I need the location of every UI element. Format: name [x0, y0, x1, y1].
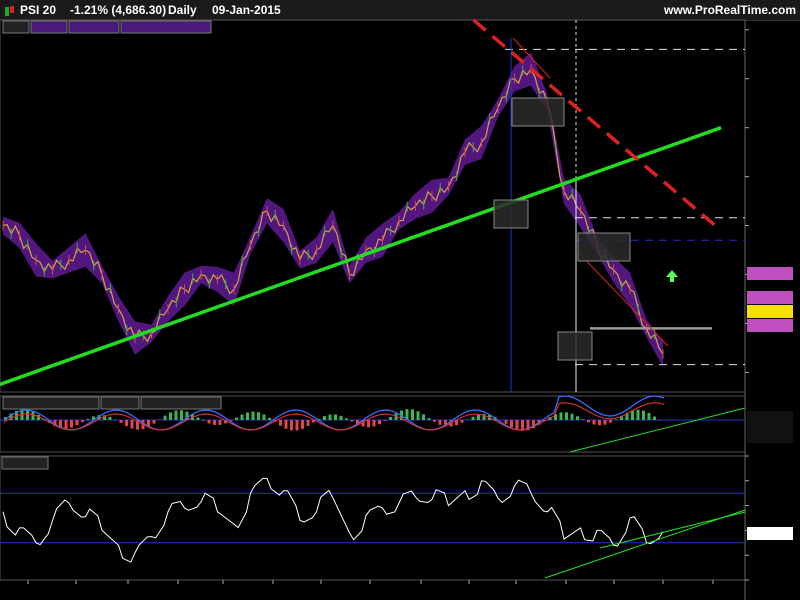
macd-histogram-bar [152, 420, 156, 424]
macd-histogram-bar [510, 420, 513, 428]
macd-histogram-bar [119, 420, 123, 423]
macd-histogram-bar [631, 410, 634, 420]
macd-histogram-bar [31, 411, 35, 420]
macd-histogram-bar [262, 414, 266, 420]
macd-histogram-bar [642, 410, 645, 420]
macd-histogram-bar [207, 420, 211, 424]
macd-histogram-bar [477, 414, 480, 420]
macd-histogram-bar [339, 415, 343, 420]
macd-histogram-bar [279, 420, 282, 426]
macd-histogram-bar [422, 414, 425, 420]
macd-histogram-bar [515, 420, 519, 430]
macd-histogram-bar [389, 416, 392, 420]
price-panel [0, 19, 746, 393]
macd-legend-box [2, 396, 100, 410]
macd-legend-box [100, 396, 140, 410]
macd-histogram-bar [350, 420, 354, 422]
macd-histogram-bar [471, 416, 475, 420]
price-label-bg [747, 291, 793, 304]
macd-histogram-bar [218, 420, 222, 425]
macd-histogram-bar [581, 419, 585, 420]
price-legend-box [68, 20, 120, 34]
macd-histogram-bar [334, 414, 337, 420]
macd-histogram-bar [81, 420, 84, 423]
macd-histogram-bar [570, 413, 574, 420]
macd-histogram-bar [433, 420, 436, 422]
macd-histogram-bar [174, 410, 178, 420]
macd-histogram-bar [367, 420, 370, 428]
macd-histogram-bar [411, 409, 414, 420]
macd-histogram-bar [427, 418, 431, 420]
rsi-label-bg [747, 527, 793, 540]
macd-histogram-bar [378, 420, 381, 425]
macd-histogram-bar [202, 420, 205, 421]
macd-histogram-bar [257, 412, 260, 420]
macd-legend-box [140, 396, 222, 410]
macd-histogram-bar [636, 409, 640, 420]
macd-histogram-bar [653, 416, 656, 420]
macd-histogram-bar [460, 420, 464, 423]
macd-histogram-bar [180, 410, 183, 420]
macd-histogram-bar [416, 411, 420, 420]
macd-histogram-bar [383, 420, 387, 421]
macd-histogram-bar [290, 420, 293, 431]
macd-histogram-bar [323, 416, 326, 420]
measure-annotation-box [493, 199, 529, 229]
macd-histogram-bar [251, 411, 255, 420]
macd-label-bg [747, 431, 793, 443]
macd-histogram-bar [345, 418, 348, 420]
macd-histogram-bar [504, 420, 508, 424]
price-label-bg [747, 267, 793, 280]
macd-histogram-bar [609, 420, 612, 423]
macd-histogram-bar [647, 412, 651, 420]
macd-histogram-bar [603, 420, 607, 425]
measure-annotation-box [577, 232, 631, 262]
price-label-bg [747, 319, 793, 332]
macd-histogram-bar [108, 416, 112, 420]
macd-histogram-bar [587, 420, 590, 423]
macd-histogram-bar [246, 412, 249, 420]
macd-histogram-bar [125, 420, 128, 427]
macd-histogram-bar [576, 416, 579, 420]
macd-histogram-bar [614, 419, 618, 420]
price-legend-box [30, 20, 68, 34]
macd-histogram-bar [169, 412, 172, 420]
macd-histogram-bar [592, 420, 596, 425]
measure-annotation-box [511, 97, 565, 127]
macd-histogram-bar [26, 409, 29, 420]
macd-histogram-bar [295, 420, 299, 431]
macd-histogram-bar [64, 420, 68, 429]
macd-histogram-bar [301, 420, 304, 429]
measure-annotation-box [557, 331, 593, 361]
macd-histogram-bar [196, 417, 200, 420]
rsi-legend-box [1, 456, 49, 470]
price-label-bg [747, 305, 793, 318]
macd-histogram-bar [438, 420, 442, 425]
macd-histogram-bar [306, 420, 310, 426]
macd-histogram-bar [328, 414, 332, 420]
macd-histogram-bar [559, 412, 563, 420]
macd-histogram-bar [86, 418, 90, 420]
price-legend-box [2, 20, 30, 34]
macd-histogram-bar [372, 420, 376, 427]
macd-label-bg [747, 411, 793, 423]
macd-histogram-bar [268, 417, 271, 420]
macd-histogram-bar [565, 412, 568, 420]
macd-histogram-bar [240, 414, 244, 420]
macd-histogram-bar [163, 415, 167, 420]
macd-histogram-bar [213, 420, 216, 425]
macd-histogram-bar [130, 420, 134, 429]
macd-histogram-bar [235, 417, 238, 420]
macd-histogram-bar [75, 420, 79, 426]
macd-histogram-bar [658, 420, 662, 421]
price-legend-box [120, 20, 212, 34]
rsi-panel [0, 455, 746, 581]
price-chart[interactable] [0, 0, 800, 600]
macd-histogram-bar [284, 420, 288, 429]
macd-histogram-bar [598, 420, 601, 426]
macd-histogram-bar [70, 420, 73, 428]
